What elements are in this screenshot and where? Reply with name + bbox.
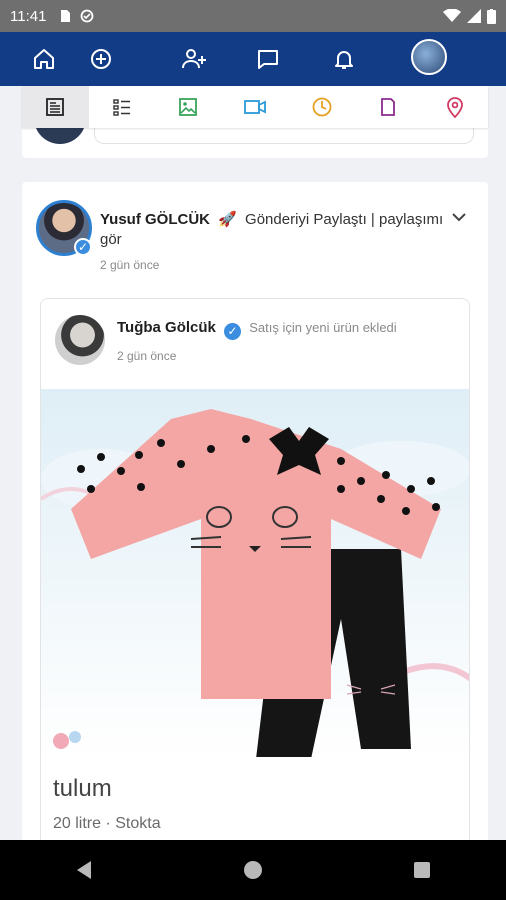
product-image[interactable] <box>41 389 469 757</box>
rocket-icon: 🚀 <box>218 211 237 228</box>
location-icon <box>446 97 463 118</box>
tab-video[interactable] <box>222 86 289 128</box>
verified-badge-icon: ✓ <box>74 238 92 256</box>
home-nav-icon[interactable] <box>242 859 264 881</box>
chevron-down-icon[interactable] <box>450 208 468 226</box>
tab-list[interactable] <box>89 86 156 128</box>
wifi-icon <box>443 9 461 22</box>
add-friend-icon <box>182 49 206 69</box>
list-icon <box>113 99 130 116</box>
status-indicators <box>443 8 496 24</box>
status-time: 11:41 <box>10 7 47 25</box>
home-icon <box>34 49 54 69</box>
bell-icon <box>335 51 353 69</box>
article-icon <box>46 98 65 116</box>
image-icon <box>179 98 198 116</box>
add-circle-icon <box>91 49 111 69</box>
tab-article[interactable] <box>22 86 89 128</box>
shared-action-text: Satış için yeni ürün ekledi <box>249 320 397 335</box>
back-icon[interactable] <box>73 859 95 881</box>
data-saver-icon <box>81 9 94 23</box>
android-navigation-bar <box>0 840 506 900</box>
notifications-button[interactable] <box>322 37 366 81</box>
shared-post-header: Tuğba Gölcük ✓ Satış için yeni ürün ekle… <box>117 319 397 340</box>
product-meta: 20 litre · Stokta <box>53 815 161 832</box>
tab-image[interactable] <box>155 86 222 128</box>
tab-location[interactable] <box>421 86 488 128</box>
post-type-tabbar <box>22 86 488 128</box>
create-post-button[interactable] <box>79 37 123 81</box>
post-time: 2 gün önce <box>100 258 160 272</box>
document-icon <box>381 98 396 116</box>
poll-icon <box>312 97 331 117</box>
composer-input[interactable] <box>94 126 474 144</box>
shared-post-time: 2 gün önce <box>117 349 177 363</box>
product-title[interactable]: tulum <box>53 775 112 803</box>
shared-product-card[interactable]: Tuğba Gölcük ✓ Satış için yeni ürün ekle… <box>40 298 470 882</box>
recents-icon[interactable] <box>411 859 433 881</box>
shared-verified-badge-icon: ✓ <box>224 322 242 340</box>
tab-poll[interactable] <box>288 86 355 128</box>
tab-document[interactable] <box>355 86 422 128</box>
messages-icon <box>258 50 278 69</box>
friend-requests-button[interactable] <box>172 37 216 81</box>
profile-avatar[interactable] <box>411 39 447 75</box>
top-navigation <box>0 32 506 86</box>
author-name[interactable]: Yusuf GÖLCÜK <box>100 211 210 228</box>
messages-button[interactable] <box>246 37 290 81</box>
status-bar: 11:41 <box>0 0 506 32</box>
battery-icon <box>487 8 496 24</box>
shared-author-name[interactable]: Tuğba Gölcük <box>117 319 216 336</box>
home-button[interactable] <box>22 37 66 81</box>
shared-author-avatar[interactable] <box>55 315 105 365</box>
sd-card-icon <box>61 10 71 22</box>
video-icon <box>244 100 266 114</box>
feed-post-card: ✓ Yusuf GÖLCÜK 🚀 Gönderiyi Paylaştı | pa… <box>22 182 488 882</box>
product-photo-illustration <box>41 409 469 757</box>
post-header: Yusuf GÖLCÜK 🚀 Gönderiyi Paylaştı | payl… <box>100 210 445 250</box>
signal-icon <box>467 9 481 23</box>
